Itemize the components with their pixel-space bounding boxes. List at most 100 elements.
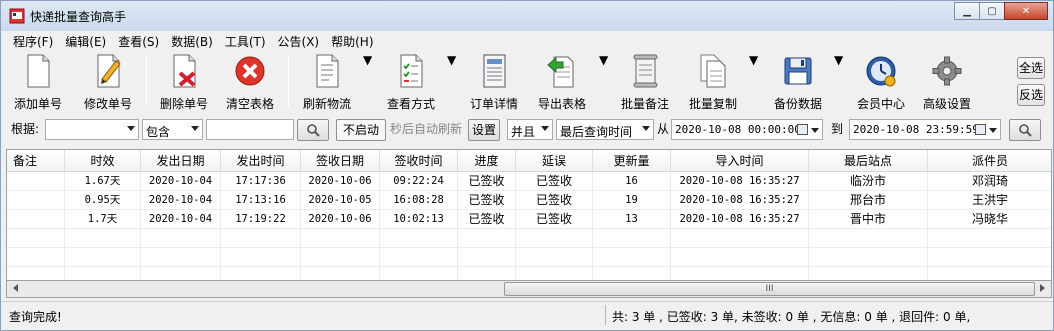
column-header[interactable]: 延误	[516, 150, 593, 172]
table-row[interactable]: 0.95天 2020-10-04 17:13:16 2020-10-05 16:…	[7, 191, 1051, 210]
date-search-button[interactable]	[1009, 119, 1041, 141]
backup-data-button[interactable]: 备份数据	[769, 53, 827, 111]
status-bar: 查询完成! 共: 3 单 , 已签收: 3 单, 未签收: 0 单 , 无信息:…	[1, 301, 1053, 330]
cell-progress: 已签收	[458, 191, 516, 210]
edit-order-button[interactable]: 修改单号	[81, 53, 135, 111]
cell-last-station: 临汾市	[809, 172, 928, 191]
cell-sign-time: 09:22:24	[380, 172, 458, 191]
toolbar-separator	[288, 55, 289, 107]
column-header[interactable]: 发出日期	[141, 150, 221, 172]
column-header[interactable]: 时效	[65, 150, 141, 172]
search-button[interactable]	[297, 119, 329, 141]
menu-notice[interactable]: 公告(X)	[266, 32, 320, 50]
cell-note	[7, 210, 65, 229]
chevron-down-icon	[541, 126, 549, 131]
checklist-icon	[400, 54, 423, 88]
search-bar: 根据: 包含 不启动 秒后自动刷新 设置 并且 最后查询时间 从 2020-10…	[1, 118, 1053, 142]
refresh-dropdown-icon[interactable]: ▼	[363, 53, 372, 111]
cell-import-time: 2020-10-08 16:35:27	[671, 172, 809, 191]
time-field-value: 最后查询时间	[560, 125, 633, 139]
clear-table-button[interactable]: 清空表格	[223, 53, 277, 111]
view-mode-dropdown-icon[interactable]: ▼	[447, 53, 456, 111]
cell-sign-date: 2020-10-06	[301, 210, 380, 229]
view-mode-button[interactable]: 查看方式	[381, 53, 441, 111]
status-divider	[605, 305, 606, 325]
menu-view[interactable]: 查看(S)	[106, 32, 159, 50]
export-table-button[interactable]: 导出表格	[533, 53, 591, 111]
copy-icon	[700, 54, 726, 88]
logic-select[interactable]: 并且	[507, 119, 553, 140]
member-center-button[interactable]: 会员中心	[853, 53, 909, 111]
scroll-left-icon[interactable]	[13, 284, 18, 292]
menu-program[interactable]: 程序(F)	[1, 32, 53, 50]
column-header[interactable]: 最后站点	[809, 150, 928, 172]
menu-edit[interactable]: 编辑(E)	[53, 32, 106, 50]
advanced-settings-button[interactable]: 高级设置	[919, 53, 975, 111]
from-date-picker[interactable]: 2020-10-08 00:00:00	[671, 119, 823, 140]
batch-copy-button[interactable]: 批量复制	[685, 53, 741, 111]
column-header[interactable]: 签收时间	[380, 150, 458, 172]
menu-tools[interactable]: 工具(T)	[213, 32, 266, 50]
settings-button[interactable]: 设置	[468, 119, 500, 141]
backup-dropdown-icon[interactable]: ▼	[834, 53, 843, 111]
advanced-settings-label: 高级设置	[922, 97, 971, 111]
cell-last-station: 邢台市	[809, 191, 928, 210]
menu-data[interactable]: 数据(B)	[159, 32, 213, 50]
window-title: 快递批量查询高手	[30, 10, 127, 24]
edit-order-label: 修改单号	[83, 97, 132, 111]
column-header[interactable]: 备注	[7, 150, 65, 172]
select-all-button[interactable]: 全选	[1017, 57, 1045, 79]
match-mode-select[interactable]: 包含	[142, 119, 203, 140]
cell-ship-date: 2020-10-04	[141, 210, 221, 229]
field-select[interactable]	[45, 119, 139, 140]
tracking-table: 备注 时效 发出日期 发出时间 签收日期 签收时间 进度 延误 更新量 导入时间…	[6, 149, 1052, 281]
maximize-button[interactable]: ▢	[979, 2, 1005, 20]
logic-select-value: 并且	[511, 125, 536, 139]
minimize-button[interactable]: ▁	[954, 2, 980, 20]
column-header[interactable]: 派件员	[928, 150, 1051, 172]
table-row[interactable]: 1.7天 2020-10-04 17:19:22 2020-10-06 10:0…	[7, 210, 1051, 229]
column-header[interactable]: 发出时间	[221, 150, 301, 172]
cell-progress: 已签收	[458, 210, 516, 229]
cell-ship-time: 17:17:36	[221, 172, 301, 191]
cell-duration: 1.7天	[65, 210, 141, 229]
title-bar: 快递批量查询高手 ▁ ▢ ✕	[1, 1, 1053, 31]
calendar-icon	[975, 124, 986, 135]
scroll-right-icon[interactable]	[1040, 284, 1045, 292]
delete-order-button[interactable]: 删除单号	[157, 53, 211, 111]
column-header[interactable]: 进度	[458, 150, 516, 172]
chevron-down-icon	[811, 128, 819, 133]
batch-copy-label: 批量复制	[688, 97, 737, 111]
cell-sign-time: 16:08:28	[380, 191, 458, 210]
order-detail-button[interactable]: 订单详情	[465, 53, 523, 111]
time-field-select[interactable]: 最后查询时间	[556, 119, 654, 140]
table-row[interactable]: 1.67天 2020-10-04 17:17:36 2020-10-06 09:…	[7, 172, 1051, 191]
list-document-icon	[483, 54, 506, 88]
batch-copy-dropdown-icon[interactable]: ▼	[749, 53, 758, 111]
cell-delay: 已签收	[516, 210, 593, 229]
scrollbar-thumb[interactable]: III	[504, 282, 1035, 296]
column-header[interactable]: 导入时间	[671, 150, 809, 172]
cell-delay: 已签收	[516, 191, 593, 210]
scroll-note-icon	[633, 54, 658, 88]
cell-sign-date: 2020-10-06	[301, 172, 380, 191]
calendar-icon	[797, 124, 808, 135]
column-header[interactable]: 更新量	[593, 150, 671, 172]
empty-row	[7, 248, 1051, 267]
empty-row	[7, 267, 1051, 280]
cell-update-count: 19	[593, 191, 671, 210]
batch-note-button[interactable]: 批量备注	[617, 53, 673, 111]
auto-refresh-toggle[interactable]: 不启动	[336, 119, 386, 141]
to-date-picker[interactable]: 2020-10-08 23:59:59	[849, 119, 1001, 140]
member-center-label: 会员中心	[856, 97, 905, 111]
menu-help[interactable]: 帮助(H)	[319, 32, 373, 50]
chevron-down-icon	[989, 128, 997, 133]
add-order-button[interactable]: 添加单号	[11, 53, 65, 111]
close-button[interactable]: ✕	[1004, 2, 1048, 20]
keyword-input[interactable]	[206, 119, 294, 140]
refresh-logistics-button[interactable]: 刷新物流	[299, 53, 355, 111]
column-header[interactable]: 签收日期	[301, 150, 380, 172]
invert-selection-button[interactable]: 反选	[1017, 84, 1045, 106]
horizontal-scrollbar[interactable]: III	[6, 281, 1052, 298]
export-dropdown-icon[interactable]: ▼	[599, 53, 608, 111]
